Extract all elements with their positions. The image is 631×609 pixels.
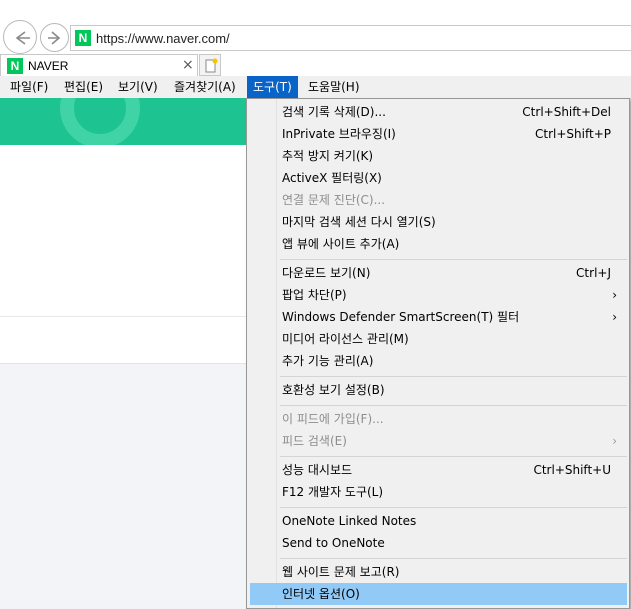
menu-item-label: InPrivate 브라우징(I): [282, 127, 396, 141]
menu-item-label: F12 개발자 도구(L): [282, 485, 384, 499]
back-arrow-icon: [15, 31, 30, 45]
menu-item-shortcut: Ctrl+J: [576, 266, 611, 280]
menu-item-label: 앱 뷰에 사이트 추가(A): [282, 237, 400, 251]
menu-item-media-licenses[interactable]: 미디어 라이선스 관리(M): [250, 328, 627, 350]
tab-bar: N NAVER ×: [0, 54, 631, 76]
submenu-arrow-icon: ›: [612, 288, 617, 302]
menu-item-shortcut: Ctrl+Shift+Del: [522, 105, 611, 119]
menu-separator: [280, 376, 627, 377]
menu-separator: [280, 507, 627, 508]
menu-item-label: 연결 문제 진단(C)...: [282, 193, 386, 207]
menu-file[interactable]: 파일(F): [4, 76, 54, 98]
naver-favicon-icon: N: [75, 30, 91, 46]
menu-item-label: 호환성 보기 설정(B): [282, 383, 385, 397]
browser-window: N https://www.naver.com/ N NAVER × 파일(F)…: [0, 0, 631, 609]
menu-item-shortcut: Ctrl+Shift+P: [535, 127, 611, 141]
menu-item-view-downloads[interactable]: 다운로드 보기(N) Ctrl+J: [250, 262, 627, 284]
menu-item-label: 미디어 라이선스 관리(M): [282, 332, 409, 346]
menu-item-send-to-onenote[interactable]: Send to OneNote: [250, 532, 627, 554]
address-url[interactable]: https://www.naver.com/: [96, 31, 230, 46]
menu-item-smartscreen[interactable]: Windows Defender SmartScreen(T) 필터 ›: [250, 306, 627, 328]
menu-help[interactable]: 도움말(H): [302, 76, 366, 98]
menu-item-reopen-session[interactable]: 마지막 검색 세션 다시 열기(S): [250, 211, 627, 233]
menu-item-tracking-protection[interactable]: 추적 방지 켜기(K): [250, 145, 627, 167]
menu-item-label: 이 피드에 가입(F)...: [282, 412, 384, 426]
address-bar[interactable]: N https://www.naver.com/: [70, 25, 631, 51]
menu-view[interactable]: 보기(V): [112, 76, 164, 98]
menu-item-label: Send to OneNote: [282, 536, 385, 550]
menu-item-f12-dev-tools[interactable]: F12 개발자 도구(L): [250, 481, 627, 503]
menu-item-internet-options[interactable]: 인터넷 옵션(O): [250, 583, 627, 605]
menu-bar: 파일(F) 편집(E) 보기(V) 즐겨찾기(A) 도구(T) 도움말(H): [0, 76, 631, 98]
banner-decoration: [60, 98, 140, 145]
menu-item-compatibility-view[interactable]: 호환성 보기 설정(B): [250, 379, 627, 401]
menu-separator: [280, 405, 627, 406]
new-tab-button[interactable]: [199, 54, 221, 76]
menu-item-report-website-problems[interactable]: 웹 사이트 문제 보고(R): [250, 561, 627, 583]
menu-item-label: Windows Defender SmartScreen(T) 필터: [282, 310, 520, 324]
menu-item-performance-dashboard[interactable]: 성능 대시보드 Ctrl+Shift+U: [250, 459, 627, 481]
page-divider: [0, 316, 250, 317]
menu-item-manage-addons[interactable]: 추가 기능 관리(A): [250, 350, 627, 372]
menu-item-diagnose-connection: 연결 문제 진단(C)...: [250, 189, 627, 211]
menu-item-label: 성능 대시보드: [282, 463, 353, 477]
menu-item-label: 마지막 검색 세션 다시 열기(S): [282, 215, 436, 229]
menu-item-label: 팝업 차단(P): [282, 288, 347, 302]
menu-item-label: 인터넷 옵션(O): [282, 587, 360, 601]
navigation-bar: N https://www.naver.com/: [0, 0, 631, 54]
menu-item-label: 추적 방지 켜기(K): [282, 149, 374, 163]
menu-favorites[interactable]: 즐겨찾기(A): [168, 76, 242, 98]
menu-item-delete-history[interactable]: 검색 기록 삭제(D)... Ctrl+Shift+Del: [250, 101, 627, 123]
menu-separator: [280, 558, 627, 559]
menu-item-popup-blocker[interactable]: 팝업 차단(P) ›: [250, 284, 627, 306]
menu-item-label: 웹 사이트 문제 보고(R): [282, 565, 400, 579]
tab-title: NAVER: [28, 59, 69, 73]
menu-item-shortcut: Ctrl+Shift+U: [533, 463, 611, 477]
menu-separator: [280, 456, 627, 457]
submenu-arrow-icon: ›: [612, 310, 617, 324]
menu-item-subscribe-feed: 이 피드에 가입(F)...: [250, 408, 627, 430]
menu-item-label: 다운로드 보기(N): [282, 266, 371, 280]
menu-item-inprivate[interactable]: InPrivate 브라우징(I) Ctrl+Shift+P: [250, 123, 627, 145]
menu-edit[interactable]: 편집(E): [58, 76, 109, 98]
menu-tools[interactable]: 도구(T): [247, 76, 298, 98]
menu-item-add-site-to-apps[interactable]: 앱 뷰에 사이트 추가(A): [250, 233, 627, 255]
submenu-arrow-icon: ›: [612, 434, 617, 448]
tab-close-icon[interactable]: ×: [182, 57, 194, 73]
menu-separator: [280, 259, 627, 260]
menu-item-onenote-linked-notes[interactable]: OneNote Linked Notes: [250, 510, 627, 532]
new-tab-icon: [205, 58, 218, 73]
tab-naver[interactable]: N NAVER ×: [0, 54, 198, 76]
menu-item-label: ActiveX 필터링(X): [282, 171, 382, 185]
tools-menu: 검색 기록 삭제(D)... Ctrl+Shift+Del InPrivate …: [246, 98, 630, 609]
menu-item-label: 검색 기록 삭제(D)...: [282, 105, 386, 119]
menu-item-activex-filtering[interactable]: ActiveX 필터링(X): [250, 167, 627, 189]
naver-favicon-icon: N: [7, 58, 23, 74]
forward-arrow-icon: [48, 31, 61, 45]
menu-item-label: OneNote Linked Notes: [282, 514, 417, 528]
back-button[interactable]: [3, 20, 37, 54]
forward-button[interactable]: [40, 23, 69, 52]
menu-item-feed-discovery: 피드 검색(E) ›: [250, 430, 627, 452]
menu-item-label: 추가 기능 관리(A): [282, 354, 374, 368]
menu-item-label: 피드 검색(E): [282, 434, 347, 448]
